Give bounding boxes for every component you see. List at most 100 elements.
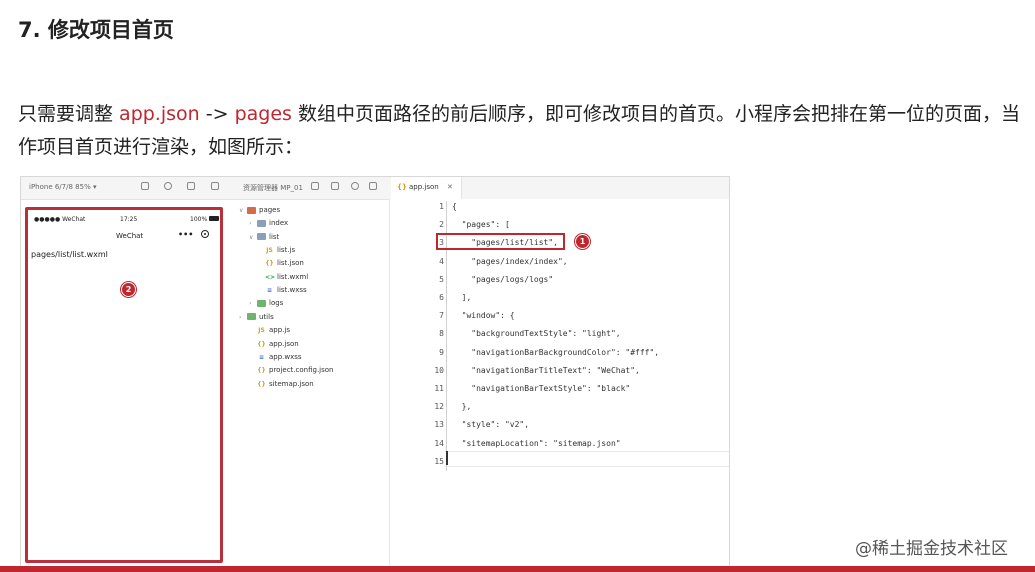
line-number: 11: [434, 384, 444, 393]
tree-item[interactable]: › index: [249, 217, 288, 230]
chevron-icon: ›: [249, 220, 252, 228]
file-icon: {}: [257, 367, 266, 375]
tree-item[interactable]: {} project.config.json: [257, 364, 333, 377]
badge-one: 1: [575, 234, 590, 249]
tree-item-label: list.wxss: [277, 286, 307, 295]
record-icon[interactable]: [164, 182, 172, 190]
code-line: ],: [452, 293, 472, 302]
watermark: @稀土掘金技术社区: [855, 539, 1008, 559]
code-editor[interactable]: 1{2 "pages": [3 "pages/list/list", 4 "pag…: [389, 199, 729, 569]
phone-icon[interactable]: [141, 182, 149, 190]
line-number: 12: [434, 402, 444, 412]
file-icon: {}: [257, 380, 266, 388]
device-selector[interactable]: iPhone 6/7/8 85% ▾: [29, 183, 96, 191]
tree-item-label: list: [269, 232, 280, 241]
text-cursor: [446, 451, 448, 465]
line-number: 7: [439, 311, 444, 321]
close-icon[interactable]: ✕: [447, 183, 453, 191]
sound-icon[interactable]: [187, 182, 195, 190]
chevron-icon: ∨: [249, 233, 254, 241]
chevron-icon: ∨: [239, 207, 244, 214]
line-number: 15: [434, 456, 444, 466]
code-line: "sitemapLocation": "sitemap.json": [452, 438, 621, 448]
line-number: 2: [439, 220, 444, 230]
line-number: 4: [439, 256, 444, 266]
tree-item[interactable]: ≡ app.wxss: [257, 351, 302, 364]
chevron-icon: ›: [249, 300, 252, 308]
app-json-highlight: app.json: [119, 103, 200, 125]
para-text-1: 只需要调整: [18, 103, 120, 125]
code-line: "window": {: [452, 311, 515, 321]
folder-icon: [247, 313, 256, 321]
chevron-icon: ›: [239, 313, 242, 321]
tab-app-json[interactable]: {} app.json ✕: [391, 177, 462, 199]
tree-item-label: app.wxss: [269, 352, 302, 361]
line-number: 10: [434, 365, 444, 375]
code-line: },: [452, 402, 472, 412]
new-folder-icon[interactable]: [331, 182, 339, 190]
tree-item[interactable]: › utils: [239, 311, 274, 324]
tree-item[interactable]: {} app.json: [257, 338, 299, 351]
tree-item-label: pages: [259, 206, 281, 214]
refresh-icon[interactable]: [351, 182, 359, 190]
battery-indicator: 100%: [190, 216, 208, 223]
code-line: "pages/logs/logs": [452, 274, 554, 284]
menu-dots-icon[interactable]: •••: [178, 230, 193, 239]
folder-icon: [257, 299, 266, 307]
code-line: {: [452, 202, 457, 211]
tree-item[interactable]: ≡ list.wxss: [265, 284, 307, 297]
code-line: "navigationBarTextStyle": "black": [452, 384, 631, 393]
line-number: 14: [434, 438, 444, 448]
battery-icon: [209, 216, 219, 221]
file-icon: ≡: [266, 287, 273, 295]
section-heading: 7. 修改项目首页: [18, 18, 174, 42]
tree-item[interactable]: ∨ pages: [239, 204, 280, 217]
line-number: 8: [439, 329, 444, 339]
close-capsule-icon[interactable]: [201, 230, 209, 238]
tree-item[interactable]: {} sitemap.json: [257, 378, 314, 391]
badge-two: 2: [121, 282, 136, 297]
tree-item[interactable]: {} list.json: [265, 257, 304, 270]
file-icon: {}: [257, 340, 266, 348]
tree-item[interactable]: › logs: [249, 297, 283, 310]
current-line-highlight: [445, 451, 729, 467]
folder-icon: [247, 206, 256, 214]
folder-icon: [257, 219, 266, 227]
ide-screenshot: iPhone 6/7/8 85% ▾ 资源管理器 MP_01 {} app.js…: [20, 176, 730, 570]
code-line: "pages/index/index",: [452, 256, 568, 266]
tree-item-label: app.json: [269, 339, 299, 348]
code-line: "navigationBarBackgroundColor": "#fff",: [452, 347, 660, 357]
code-line: "style": "v2",: [452, 420, 530, 430]
tree-item[interactable]: JS app.js: [257, 324, 290, 337]
line-number: 9: [439, 347, 444, 357]
tree-item-label: utils: [259, 312, 274, 321]
status-time: 17:25: [120, 216, 138, 223]
file-icon: {}: [265, 260, 274, 268]
tree-item[interactable]: ∨ list: [249, 231, 279, 244]
tree-item-label: list.wxml: [277, 272, 309, 281]
explorer-title: 资源管理器 MP_01: [243, 184, 303, 192]
new-file-icon[interactable]: [311, 182, 319, 190]
line-number: 5: [439, 274, 444, 284]
tree-item-label: sitemap.json: [269, 379, 314, 388]
file-icon: <>: [265, 273, 276, 281]
file-icon: JS: [258, 327, 265, 335]
json-icon: {}: [397, 183, 407, 191]
tree-item[interactable]: <> list.wxml: [265, 271, 308, 284]
code-line: "navigationBarTitleText": "WeChat",: [452, 365, 640, 375]
tree-item-label: project.config.json: [269, 366, 334, 375]
tree-item-label: list.js: [277, 246, 296, 255]
ide-toolbar: iPhone 6/7/8 85% ▾ 资源管理器 MP_01 {} app.js…: [21, 177, 729, 200]
collapse-icon[interactable]: [369, 182, 377, 190]
file-icon: ≡: [258, 353, 265, 361]
tree-item-label: app.js: [269, 326, 290, 335]
line-number: 13: [434, 420, 444, 430]
pages-highlight: pages: [234, 103, 292, 125]
tree-item[interactable]: JS list.js: [265, 244, 295, 257]
window-icon[interactable]: [211, 182, 219, 190]
line-number: 6: [439, 293, 444, 302]
first-page-highlight-box: [436, 233, 565, 250]
file-tree: ∨ pages › index ∨ list JS list.js{} list.json <> l…: [235, 201, 385, 569]
line-number: 1: [439, 202, 444, 211]
page-content-text: pages/list/list.wxml: [31, 250, 108, 259]
